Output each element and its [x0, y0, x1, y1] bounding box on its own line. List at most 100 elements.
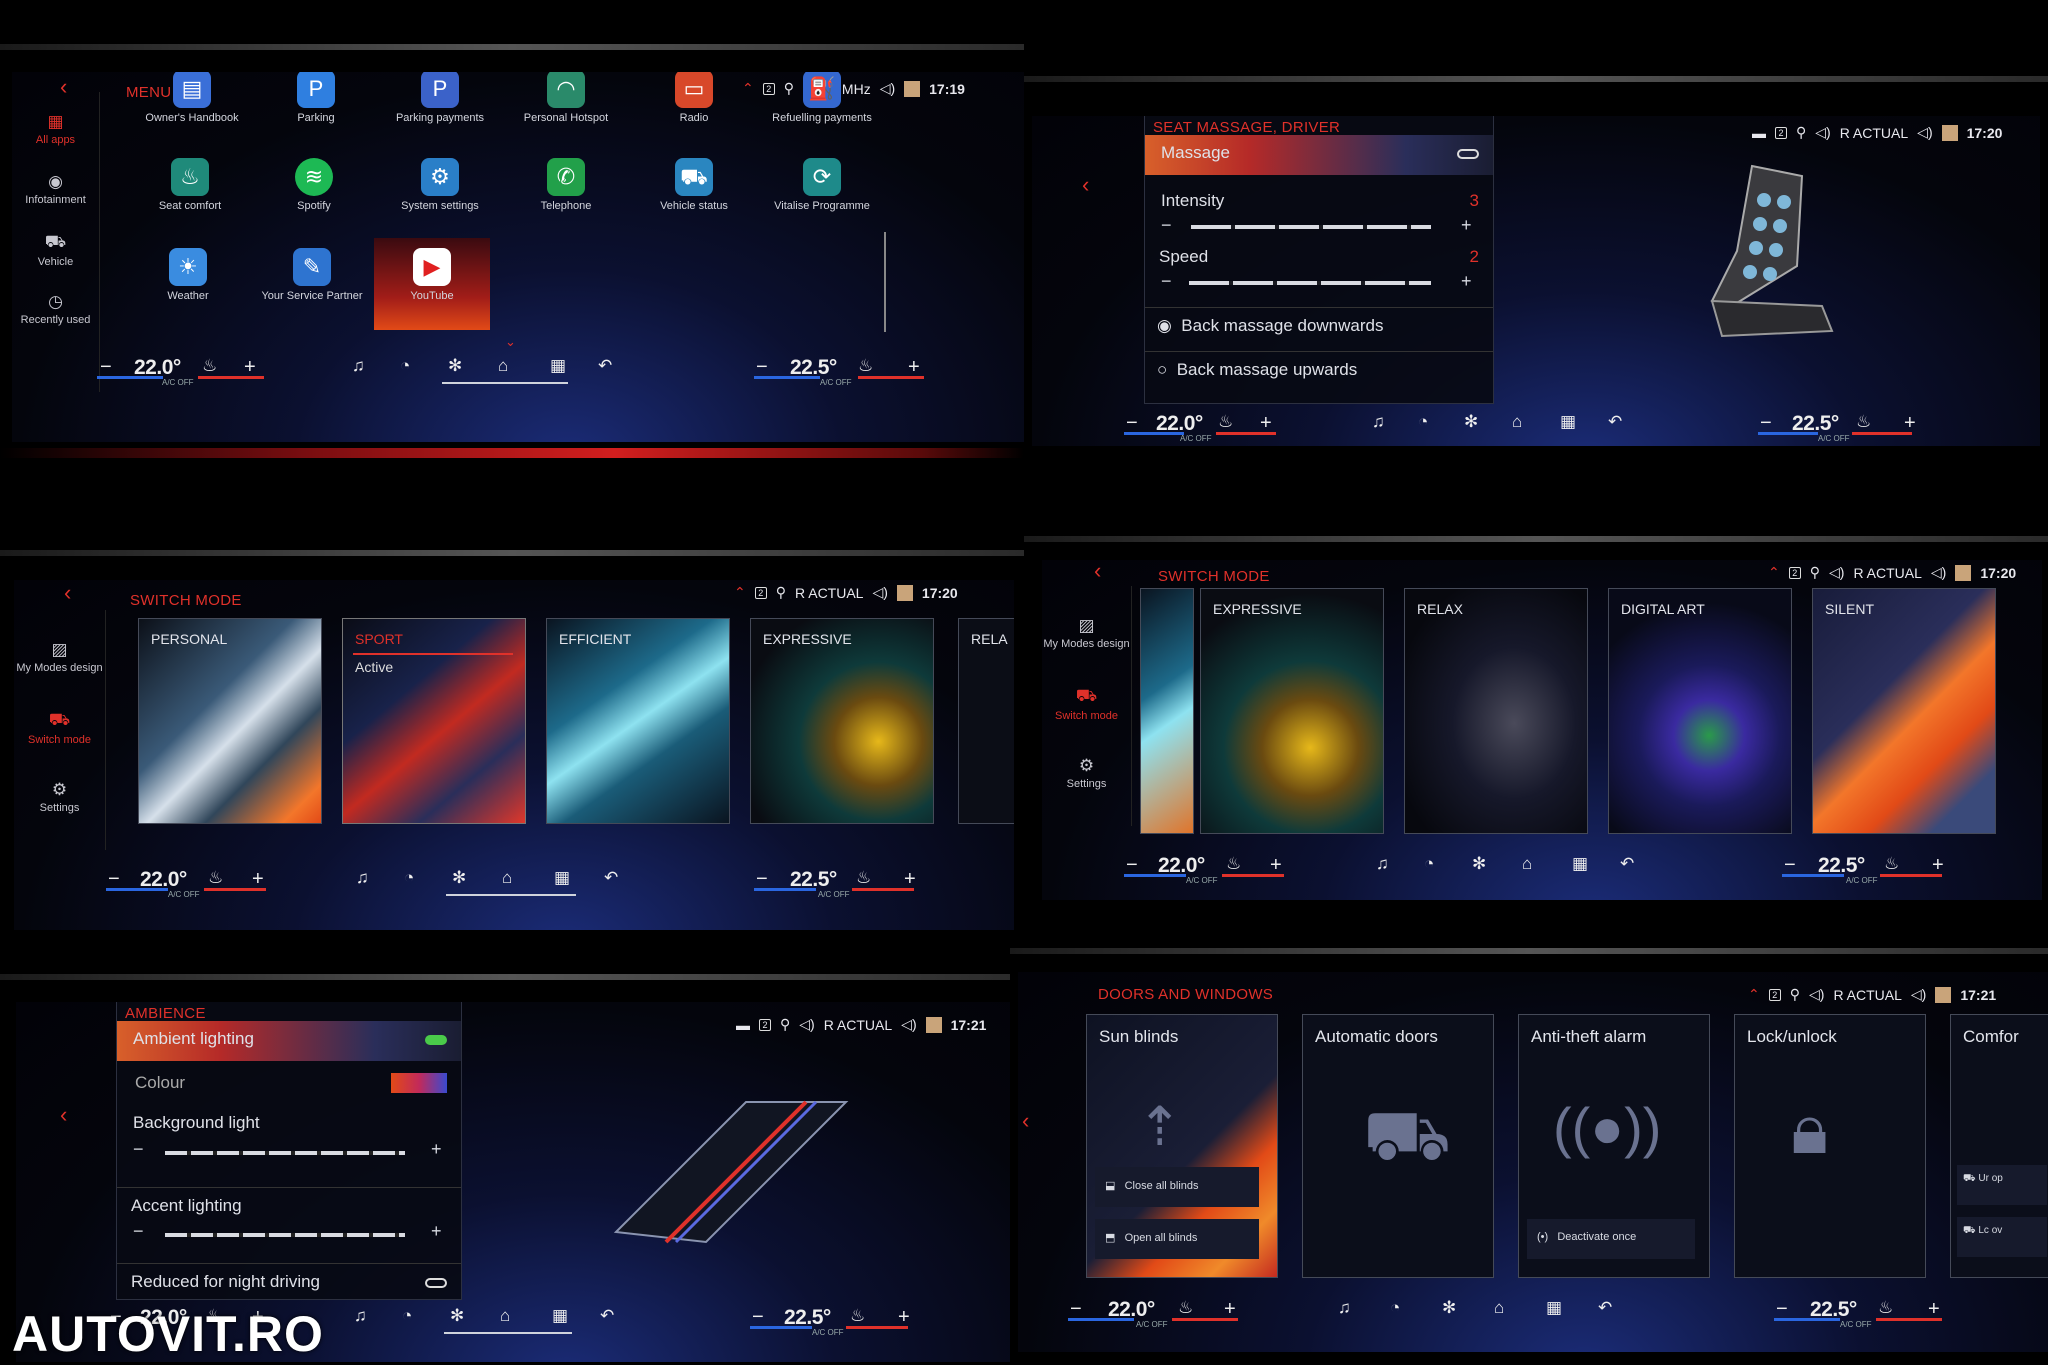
- apps-icon[interactable]: ▦: [1546, 1298, 1562, 1318]
- close-all-blinds-button[interactable]: ⬓ Close all blinds: [1095, 1167, 1259, 1207]
- seat-ventilation-icon[interactable]: ♨: [858, 356, 873, 376]
- card-comfort[interactable]: Comfor ⛟ Ur op ⛟ Lc ov: [1950, 1014, 2048, 1278]
- app-owners-handbook[interactable]: ▤ Owner's Handbook: [132, 72, 252, 125]
- phone-icon[interactable]: ↶: [600, 1306, 614, 1326]
- sidebar-item-switch-mode[interactable]: ⛟ Switch mode: [14, 710, 105, 746]
- speedometer-icon[interactable]: ◔: [400, 356, 410, 376]
- ambient-lighting-row[interactable]: Ambient lighting: [117, 1021, 461, 1061]
- seat-ventilation-icon[interactable]: ♨: [856, 868, 871, 888]
- speedometer-icon[interactable]: ◔: [1418, 412, 1428, 432]
- back-icon[interactable]: ‹: [1082, 172, 1089, 198]
- open-all-blinds-button[interactable]: ⬒ Open all blinds: [1095, 1219, 1259, 1259]
- app-vitalise-programme[interactable]: ⟳ Vitalise Programme: [762, 158, 882, 213]
- seat-heat-icon[interactable]: ♨: [202, 356, 217, 376]
- card-lock-unlock[interactable]: Lock/unlock 🔒︎: [1734, 1014, 1926, 1278]
- app-your-service-partner[interactable]: ✎ Your Service Partner: [252, 248, 372, 303]
- apps-icon[interactable]: ▦: [550, 356, 566, 376]
- mode-card-expressive[interactable]: EXPRESSIVE: [1200, 588, 1384, 834]
- sidebar-item-infotainment[interactable]: ◉ Infotainment: [12, 172, 99, 206]
- apps-icon[interactable]: ▦: [1572, 854, 1588, 874]
- phone-icon[interactable]: ↶: [598, 356, 612, 376]
- background-minus[interactable]: −: [133, 1139, 144, 1160]
- intensity-minus[interactable]: −: [1161, 215, 1172, 236]
- colour-swatch[interactable]: [391, 1073, 447, 1093]
- apps-icon[interactable]: ▦: [554, 868, 570, 888]
- back-icon[interactable]: ‹: [1094, 560, 1101, 584]
- mode-card-digital-art[interactable]: DIGITAL ART: [1608, 588, 1792, 834]
- accent-slider[interactable]: [165, 1233, 405, 1237]
- phone-icon[interactable]: ↶: [1620, 854, 1634, 874]
- home-icon[interactable]: ⌂: [498, 356, 508, 376]
- background-slider[interactable]: [165, 1151, 405, 1155]
- app-telephone[interactable]: ✆ Telephone: [506, 158, 626, 213]
- sidebar-item-my-modes-design[interactable]: ▨ My Modes design: [1042, 616, 1131, 650]
- seat-heat-icon[interactable]: ♨: [1226, 854, 1241, 874]
- phone-icon[interactable]: ↶: [1608, 412, 1622, 432]
- seat-heat-icon[interactable]: ♨: [1218, 412, 1233, 432]
- deactivate-once-button[interactable]: (•) Deactivate once: [1527, 1219, 1695, 1259]
- app-parking[interactable]: P Parking: [256, 72, 376, 125]
- card-sun-blinds[interactable]: Sun blinds ⇡ ⬓ Close all blinds ⬒ Open a…: [1086, 1014, 1278, 1278]
- home-icon[interactable]: ⌂: [1522, 854, 1532, 874]
- accent-minus[interactable]: −: [133, 1221, 144, 1242]
- home-icon[interactable]: ⌂: [500, 1306, 510, 1326]
- home-icon[interactable]: ⌂: [1512, 412, 1522, 432]
- app-spotify[interactable]: ≋ Spotify: [254, 158, 374, 213]
- seat-ventilation-icon[interactable]: ♨: [1884, 854, 1899, 874]
- phone-icon[interactable]: ↶: [604, 868, 618, 888]
- music-icon[interactable]: ♫: [1376, 854, 1389, 874]
- card-automatic-doors[interactable]: Automatic doors ⛟: [1302, 1014, 1494, 1278]
- ambient-toggle[interactable]: [425, 1035, 447, 1045]
- massage-toggle[interactable]: [1457, 149, 1479, 159]
- mode-card-partial[interactable]: [1140, 588, 1194, 834]
- option-back-up[interactable]: ○ Back massage upwards: [1145, 351, 1493, 380]
- app-system-settings[interactable]: ⚙ System settings: [380, 158, 500, 213]
- sidebar-item-settings[interactable]: ⚙ Settings: [1042, 756, 1131, 790]
- sidebar-item-all-apps[interactable]: ▦ All apps: [12, 112, 99, 146]
- app-weather[interactable]: ☀ Weather: [128, 248, 248, 303]
- app-youtube[interactable]: ▶ YouTube: [374, 238, 490, 330]
- sidebar-item-recently-used[interactable]: ◷ Recently used: [12, 292, 99, 326]
- fan-icon[interactable]: ✻: [450, 1306, 464, 1326]
- app-vehicle-status[interactable]: ⛟ Vehicle status: [634, 158, 754, 213]
- fan-icon[interactable]: ✻: [448, 356, 462, 376]
- comfort-unlock-button[interactable]: ⛟ Ur op: [1957, 1165, 2047, 1205]
- fan-icon[interactable]: ✻: [1464, 412, 1478, 432]
- music-icon[interactable]: ♫: [1338, 1298, 1351, 1318]
- app-parking-payments[interactable]: P Parking payments: [380, 72, 500, 125]
- apps-icon[interactable]: ▦: [1560, 412, 1576, 432]
- mode-card-relax[interactable]: RELA: [958, 618, 1014, 824]
- seat-heat-icon[interactable]: ♨: [208, 868, 223, 888]
- colour-row[interactable]: Colour: [117, 1073, 461, 1093]
- music-icon[interactable]: ♫: [356, 868, 369, 888]
- mode-card-silent[interactable]: SILENT: [1812, 588, 1996, 834]
- sidebar-item-my-modes-design[interactable]: ▨ My Modes design: [14, 640, 105, 674]
- fan-icon[interactable]: ✻: [1472, 854, 1486, 874]
- chevron-down-icon[interactable]: ⌄: [505, 334, 516, 350]
- fan-icon[interactable]: ✻: [1442, 1298, 1456, 1318]
- fan-icon[interactable]: ✻: [452, 868, 466, 888]
- speed-minus[interactable]: −: [1161, 271, 1172, 292]
- speed-slider[interactable]: [1189, 281, 1431, 285]
- music-icon[interactable]: ♫: [1372, 412, 1385, 432]
- speed-plus[interactable]: +: [1461, 271, 1472, 292]
- app-seat-comfort[interactable]: ♨ Seat comfort: [130, 158, 250, 213]
- sidebar-item-vehicle[interactable]: ⛟ Vehicle: [12, 232, 99, 268]
- intensity-plus[interactable]: +: [1461, 215, 1472, 236]
- music-icon[interactable]: ♫: [354, 1306, 367, 1326]
- home-icon[interactable]: ⌂: [1494, 1298, 1504, 1318]
- back-icon[interactable]: ‹: [60, 1102, 67, 1128]
- accent-plus[interactable]: +: [431, 1221, 442, 1242]
- phone-icon[interactable]: ↶: [1598, 1298, 1612, 1318]
- massage-toggle-row[interactable]: Massage: [1145, 135, 1493, 175]
- intensity-slider[interactable]: [1191, 225, 1431, 229]
- seat-ventilation-icon[interactable]: ♨: [850, 1306, 865, 1326]
- speedometer-icon[interactable]: ◔: [402, 1306, 412, 1326]
- scrollbar[interactable]: [884, 232, 886, 332]
- app-radio[interactable]: ▭ Radio: [634, 72, 754, 125]
- back-icon[interactable]: ‹: [64, 580, 71, 606]
- comfort-lock-button[interactable]: ⛟ Lc ov: [1957, 1217, 2047, 1257]
- seat-ventilation-icon[interactable]: ♨: [1856, 412, 1871, 432]
- seat-heat-icon[interactable]: ♨: [1178, 1298, 1193, 1318]
- mode-card-relax[interactable]: RELAX: [1404, 588, 1588, 834]
